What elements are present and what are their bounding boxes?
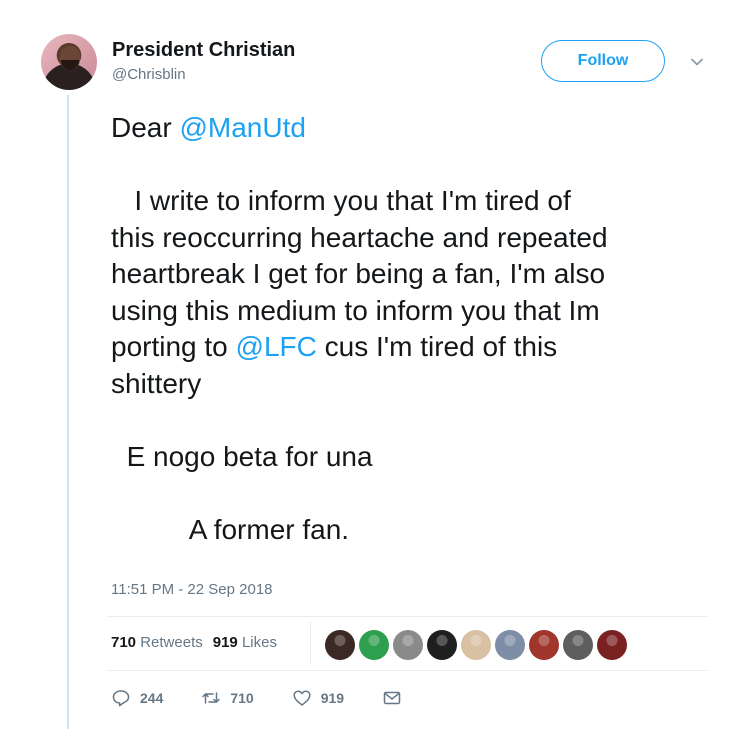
reply-count: 244: [140, 690, 164, 706]
tweet-text: Dear @ManUtd I write to inform you that …: [111, 110, 731, 548]
retweet-icon: [202, 692, 221, 704]
likes-label[interactable]: Likes: [242, 634, 277, 651]
display-name[interactable]: President Christian: [112, 39, 295, 62]
chevron-down-icon[interactable]: [690, 55, 704, 69]
engagement-stats: 710 Retweets 919 Likes: [111, 634, 277, 651]
avatar[interactable]: [41, 34, 97, 90]
like-action[interactable]: 919: [292, 688, 344, 708]
liker-avatar[interactable]: [563, 630, 593, 660]
direct-message-action[interactable]: [382, 688, 402, 708]
divider-bottom: [107, 670, 707, 671]
like-count: 919: [320, 690, 345, 706]
stats-separator: [310, 622, 311, 664]
tweet-pidgin-line: E nogo beta for una: [111, 440, 373, 472]
liker-avatar[interactable]: [597, 630, 627, 660]
liker-avatar[interactable]: [495, 630, 525, 660]
user-handle[interactable]: @Chrisblin: [112, 66, 186, 83]
retweet-action[interactable]: 710: [201, 688, 254, 708]
action-bar: 244 710 919: [111, 688, 440, 708]
liker-avatar[interactable]: [393, 630, 423, 660]
tweet-signoff: A former fan.: [111, 513, 350, 545]
likes-count[interactable]: 919: [213, 634, 238, 651]
follow-button[interactable]: Follow: [541, 40, 665, 82]
liker-avatar[interactable]: [325, 630, 355, 660]
liker-avatars: [325, 630, 627, 660]
mention-lfc[interactable]: @LFC: [236, 331, 317, 362]
liker-avatar[interactable]: [427, 630, 457, 660]
liker-avatar[interactable]: [461, 630, 491, 660]
thread-line: [67, 95, 69, 729]
envelope-icon: [383, 691, 401, 705]
reply-icon: [112, 690, 130, 707]
liker-avatar[interactable]: [359, 630, 389, 660]
retweets-label[interactable]: Retweets: [140, 634, 203, 651]
reply-action[interactable]: 244: [111, 688, 163, 708]
heart-icon: [293, 690, 311, 706]
tweet-greeting: Dear: [111, 112, 180, 143]
retweet-count: 710: [230, 690, 254, 706]
divider-top: [107, 616, 707, 617]
tweet-timestamp[interactable]: 11:51 PM - 22 Sep 2018: [111, 581, 273, 598]
retweets-count[interactable]: 710: [111, 634, 136, 651]
mention-manutd[interactable]: @ManUtd: [179, 112, 305, 143]
liker-avatar[interactable]: [529, 630, 559, 660]
